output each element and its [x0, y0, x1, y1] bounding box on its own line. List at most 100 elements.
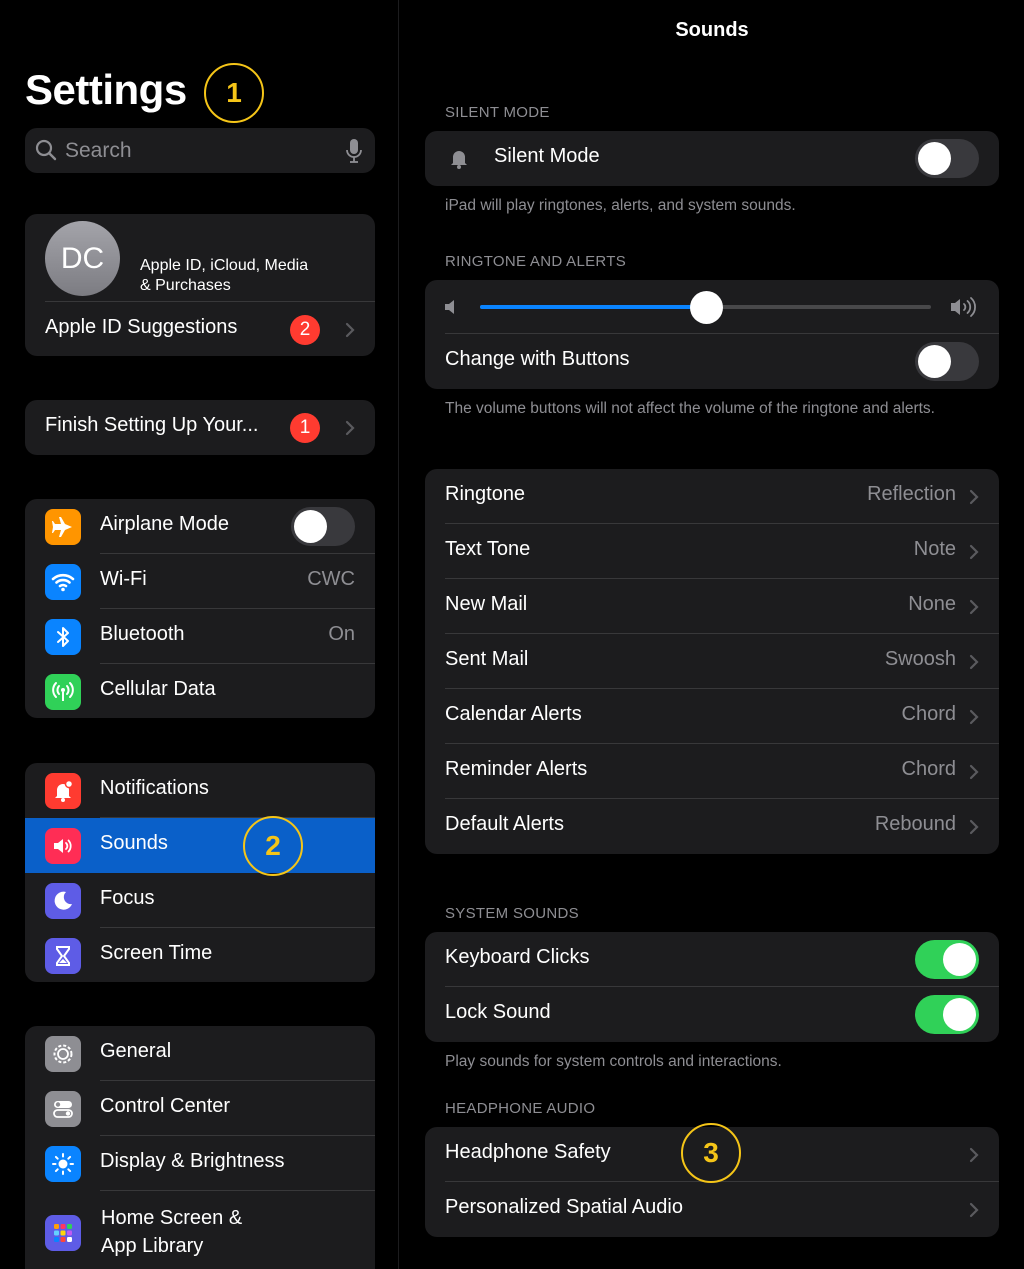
tone-row-default-alerts[interactable]: Default Alerts Rebound: [425, 799, 999, 854]
sidebar-item-screen-time[interactable]: Screen Time: [25, 928, 375, 982]
change-with-buttons-row[interactable]: Change with Buttons: [425, 334, 999, 389]
lock-sound-toggle[interactable]: [915, 995, 979, 1034]
chevron-right-icon: [969, 709, 979, 725]
section-header-system-sounds: SYSTEM SOUNDS: [445, 905, 579, 922]
tone-row-ringtone[interactable]: Ringtone Reflection: [425, 469, 999, 524]
change-with-buttons-label: Change with Buttons: [445, 348, 630, 370]
sidebar-item-label: Display & Brightness: [100, 1150, 285, 1172]
sidebar-item-label: Sounds: [100, 832, 168, 854]
sidebar-item-bluetooth[interactable]: Bluetooth On: [25, 609, 375, 664]
chevron-right-icon: [969, 764, 979, 780]
profile-subtitle: Apple ID, iCloud, Media & Purchases: [140, 256, 308, 296]
tones-group: Ringtone Reflection Text Tone Note New M…: [425, 469, 999, 854]
sidebar-title: Settings: [25, 66, 187, 113]
grid-icon: [45, 1215, 81, 1251]
lock-sound-row[interactable]: Lock Sound: [425, 987, 999, 1042]
chevron-right-icon: [345, 322, 355, 338]
sidebar-item-airplane-mode[interactable]: Airplane Mode: [25, 499, 375, 554]
tone-row-new-mail[interactable]: New Mail None: [425, 579, 999, 634]
sidebar-item-general[interactable]: General: [25, 1026, 375, 1081]
personalized-spatial-audio-label: Personalized Spatial Audio: [445, 1196, 683, 1218]
tone-value: Reflection: [867, 483, 956, 505]
apple-id-suggestions-label: Apple ID Suggestions: [45, 316, 238, 338]
tone-label: Calendar Alerts: [445, 703, 582, 725]
label-line-2: App Library: [101, 1235, 204, 1257]
sidebar-item-focus[interactable]: Focus: [25, 873, 375, 928]
sidebar-item-wifi[interactable]: Wi-Fi CWC: [25, 554, 375, 609]
tone-label: Ringtone: [445, 483, 526, 505]
airplane-icon: [45, 509, 81, 545]
apple-id-suggestions-row[interactable]: Apple ID Suggestions 2: [25, 302, 375, 356]
section-header-ringtone-alerts: RINGTONE AND ALERTS: [445, 253, 627, 270]
notification-badge: 1: [290, 413, 320, 443]
cellular-icon: [45, 674, 81, 710]
tone-label: Reminder Alerts: [445, 758, 588, 780]
sidebar-item-label: Cellular Data: [100, 678, 216, 700]
profile-row[interactable]: DC Apple ID, iCloud, Media & Purchases: [25, 214, 375, 302]
profile-group: DC Apple ID, iCloud, Media & Purchases A…: [25, 214, 375, 356]
volume-slider-thumb[interactable]: [689, 291, 723, 324]
sidebar-item-home-screen[interactable]: Home Screen & App Library: [25, 1191, 375, 1269]
toggle-knob: [918, 345, 951, 378]
keyboard-clicks-label: Keyboard Clicks: [445, 946, 590, 968]
bluetooth-status-value: On: [328, 623, 355, 645]
profile-subtitle-line2: & Purchases: [140, 277, 231, 294]
sidebar-item-sounds[interactable]: Sounds: [25, 818, 375, 873]
bluetooth-icon: [45, 619, 81, 655]
sun-icon: [45, 1146, 81, 1182]
sidebar-item-label: Control Center: [100, 1095, 231, 1117]
chevron-right-icon: [969, 489, 979, 505]
airplane-mode-toggle[interactable]: [291, 507, 355, 546]
sidebar-item-control-center[interactable]: Control Center: [25, 1081, 375, 1136]
toggle-knob: [943, 943, 976, 976]
toggle-knob: [943, 998, 976, 1031]
tone-row-text-tone[interactable]: Text Tone Note: [425, 524, 999, 579]
sidebar-item-label: General: [100, 1040, 172, 1062]
volume-slider-fill: [480, 305, 706, 309]
wifi-network-value: CWC: [307, 568, 355, 590]
avatar: DC: [45, 221, 120, 296]
keyboard-clicks-row[interactable]: Keyboard Clicks: [425, 932, 999, 987]
tone-row-reminder-alerts[interactable]: Reminder Alerts Chord: [425, 744, 999, 799]
sidebar-item-label: Home Screen & App Library: [101, 1204, 242, 1260]
silent-mode-toggle[interactable]: [915, 139, 979, 178]
sidebar-item-display-brightness[interactable]: Display & Brightness: [25, 1136, 375, 1191]
chevron-right-icon: [969, 599, 979, 615]
chevron-right-icon: [969, 819, 979, 835]
callout-3: 3: [681, 1123, 741, 1183]
tone-row-sent-mail[interactable]: Sent Mail Swoosh: [425, 634, 999, 689]
callout-1: 1: [204, 63, 264, 123]
tone-value: None: [908, 593, 956, 615]
change-with-buttons-toggle[interactable]: [915, 342, 979, 381]
notification-badge: 2: [290, 315, 320, 345]
bell-icon: [451, 151, 467, 169]
sidebar-item-label: Notifications: [100, 777, 209, 799]
sidebar-item-notifications[interactable]: Notifications: [25, 763, 375, 818]
bell-badge-icon: [45, 773, 81, 809]
finish-setup-row[interactable]: Finish Setting Up Your... 1: [25, 400, 375, 455]
toggle-knob: [918, 142, 951, 175]
silent-mode-row[interactable]: Silent Mode: [425, 131, 999, 186]
sounds-pane: Sounds SILENT MODE Silent Mode iPad will…: [400, 0, 1024, 1269]
microphone-icon[interactable]: [345, 138, 363, 164]
keyboard-clicks-toggle[interactable]: [915, 940, 979, 979]
search-bar[interactable]: Search: [25, 128, 375, 173]
sidebar-item-label: Screen Time: [100, 942, 213, 964]
search-input[interactable]: Search: [65, 139, 132, 163]
section-header-headphone-audio: HEADPHONE AUDIO: [445, 1100, 596, 1117]
tone-label: Default Alerts: [445, 813, 564, 835]
sidebar: Settings 1 Search DC Apple ID, iCloud, M…: [0, 0, 399, 1269]
page-title: Sounds: [675, 19, 749, 41]
ringtone-alerts-group: Change with Buttons: [425, 280, 999, 389]
speaker-high-icon: [951, 297, 976, 317]
volume-slider[interactable]: [480, 291, 931, 324]
switches-icon: [45, 1091, 81, 1127]
system-sounds-footnote: Play sounds for system controls and inte…: [445, 1053, 782, 1070]
chevron-right-icon: [969, 1202, 979, 1218]
sidebar-item-cellular-data[interactable]: Cellular Data: [25, 664, 375, 718]
tone-row-calendar-alerts[interactable]: Calendar Alerts Chord: [425, 689, 999, 744]
tone-value: Chord: [901, 758, 956, 780]
speaker-icon: [45, 828, 81, 864]
personalized-spatial-audio-row[interactable]: Personalized Spatial Audio: [425, 1182, 999, 1237]
system-group: General Control Center Display & Brightn…: [25, 1026, 375, 1269]
